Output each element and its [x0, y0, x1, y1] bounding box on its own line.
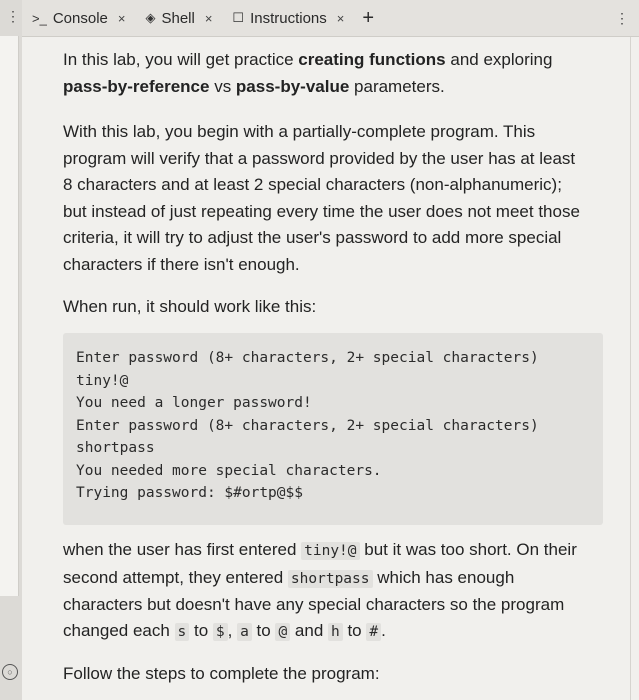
inline-code: s: [174, 622, 190, 641]
close-icon[interactable]: ×: [337, 11, 345, 26]
tab-label: Instructions: [250, 9, 327, 27]
inline-code: a: [237, 622, 252, 641]
tab-bar: >_ Console × ◈ Shell × ☐ Instructions × …: [22, 0, 639, 37]
explanation-paragraph: when the user has first entered tiny!@ b…: [63, 540, 577, 641]
tab-instructions[interactable]: ☐ Instructions ×: [222, 0, 354, 36]
tab-console[interactable]: >_ Console ×: [22, 0, 135, 36]
tab-label: Console: [52, 9, 108, 27]
collapsed-panel[interactable]: [0, 36, 19, 596]
tab-shell[interactable]: ◈ Shell ×: [135, 0, 222, 36]
code-line: You needed more special characters.: [76, 462, 382, 479]
code-line: You need a longer password!: [76, 395, 312, 411]
code-line: tiny!@: [76, 372, 129, 389]
shell-icon: ◈: [145, 10, 156, 25]
more-menu-icon[interactable]: ⋮: [615, 10, 629, 27]
instructions-panel: In this lab, you will get practice creat…: [22, 37, 639, 700]
close-icon[interactable]: ×: [205, 11, 213, 26]
drag-handle-icon[interactable]: ⋮: [6, 9, 20, 23]
inline-code: $: [212, 622, 228, 641]
example-intro: When run, it should work like this:: [63, 297, 317, 316]
inline-code: shortpass: [287, 569, 373, 588]
book-icon: ☐: [232, 10, 245, 25]
steps-heading: Follow the steps to complete the program…: [63, 664, 380, 683]
close-icon[interactable]: ×: [118, 11, 126, 26]
code-line: Enter password (8+ characters, 2+ specia…: [76, 417, 539, 434]
description-paragraph: With this lab, you begin with a partiall…: [63, 122, 580, 274]
code-line: Enter password (8+ characters, 2+ specia…: [76, 350, 539, 366]
terminal-icon: >_: [32, 10, 47, 26]
intro-paragraph: In this lab, you will get practice creat…: [63, 50, 553, 96]
code-line: shortpass: [76, 440, 155, 456]
inline-code: tiny!@: [301, 542, 360, 560]
inline-code: h: [328, 622, 343, 641]
inline-code: #: [366, 622, 382, 641]
inline-code: @: [275, 622, 291, 641]
tab-label: Shell: [161, 9, 195, 27]
status-icon[interactable]: ○: [2, 664, 18, 680]
add-tab-button[interactable]: +: [354, 0, 382, 36]
scrollbar-track[interactable]: [630, 37, 631, 700]
example-output-code: Enter password (8+ characters, 2+ specia…: [63, 333, 603, 525]
left-panel-edge: ⋮ ○: [0, 0, 23, 700]
code-line: Trying password: $#ortp@$$: [76, 485, 303, 501]
